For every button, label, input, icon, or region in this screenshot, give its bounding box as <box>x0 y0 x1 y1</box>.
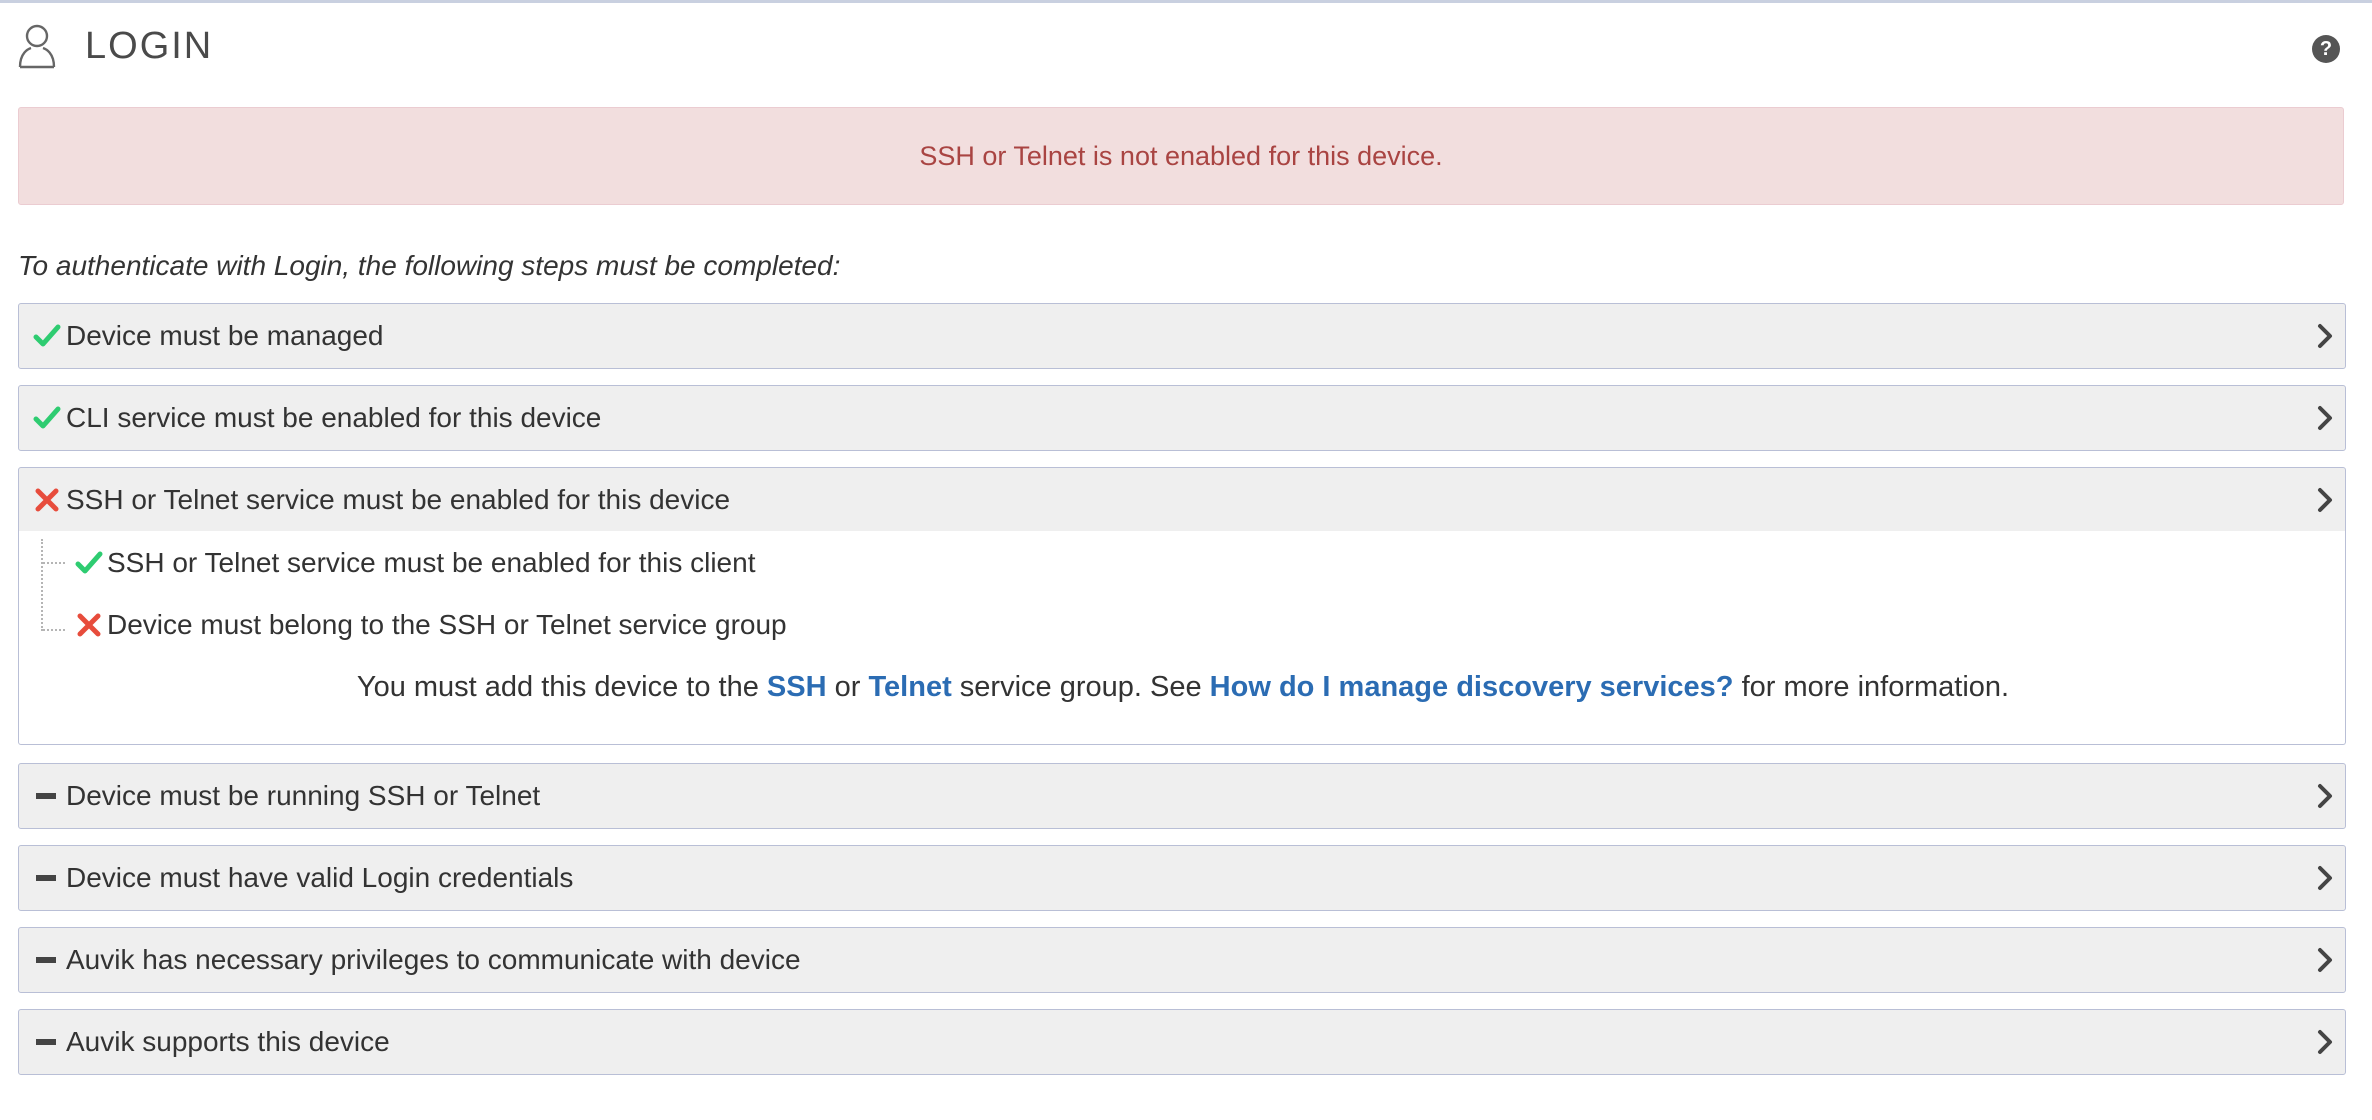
step-label: Device must be managed <box>66 320 384 351</box>
dash-icon <box>36 1039 56 1045</box>
cross-icon <box>77 613 101 637</box>
substep-label: SSH or Telnet service must be enabled fo… <box>107 547 756 578</box>
step-label: Auvik has necessary privileges to commun… <box>66 944 801 975</box>
error-alert: SSH or Telnet is not enabled for this de… <box>18 107 2344 205</box>
step-privileges[interactable]: Auvik has necessary privileges to commun… <box>18 927 2346 993</box>
info-suffix: for more information. <box>1741 671 2010 703</box>
step-label: CLI service must be enabled for this dev… <box>66 402 602 433</box>
tree-connector <box>41 539 43 631</box>
chevron-right-icon <box>2318 488 2332 512</box>
intro-text: To authenticate with Login, the followin… <box>18 250 841 281</box>
chevron-right-icon <box>2318 784 2332 808</box>
chevron-right-icon <box>2318 1030 2332 1054</box>
tree-connector <box>43 562 65 564</box>
step-device-supported[interactable]: Auvik supports this device <box>18 1009 2346 1075</box>
cross-icon <box>35 488 59 512</box>
step-label: Device must have valid Login credentials <box>66 862 574 893</box>
check-icon <box>75 551 103 574</box>
tree-connector <box>43 629 65 631</box>
dash-icon <box>36 875 56 881</box>
chevron-right-icon <box>2318 324 2332 348</box>
ssh-link[interactable]: SSH <box>767 671 827 703</box>
step-details-panel: SSH or Telnet service must be enabled fo… <box>18 531 2346 745</box>
question-circle-icon[interactable]: ? <box>2312 35 2340 63</box>
telnet-link[interactable]: Telnet <box>868 671 951 703</box>
help-message: You must add this device to the SSH or T… <box>19 669 2347 705</box>
substep-label: Device must belong to the SSH or Telnet … <box>107 609 787 640</box>
page-header: LOGIN ? <box>0 3 2372 89</box>
step-device-managed[interactable]: Device must be managed <box>18 303 2346 369</box>
chevron-right-icon <box>2318 866 2332 890</box>
dash-icon <box>36 793 56 799</box>
info-middle: service group. See <box>959 671 1202 703</box>
user-icon <box>18 24 56 69</box>
step-valid-credentials[interactable]: Device must have valid Login credentials <box>18 845 2346 911</box>
step-label: Device must be running SSH or Telnet <box>66 780 541 811</box>
chevron-right-icon <box>2318 406 2332 430</box>
check-icon <box>33 324 61 347</box>
info-or: or <box>834 671 861 703</box>
help-article-link[interactable]: How do I manage discovery services? <box>1210 671 1734 703</box>
chevron-right-icon <box>2318 948 2332 972</box>
step-label: SSH or Telnet service must be enabled fo… <box>66 484 731 515</box>
info-prefix: You must add this device to the <box>356 671 759 703</box>
page-title: LOGIN <box>85 25 214 67</box>
step-cli-service[interactable]: CLI service must be enabled for this dev… <box>18 385 2346 451</box>
step-ssh-telnet-service[interactable]: SSH or Telnet service must be enabled fo… <box>18 467 2346 533</box>
step-running-ssh-telnet[interactable]: Device must be running SSH or Telnet <box>18 763 2346 829</box>
check-icon <box>33 406 61 429</box>
dash-icon <box>36 957 56 963</box>
step-label: Auvik supports this device <box>66 1026 390 1057</box>
